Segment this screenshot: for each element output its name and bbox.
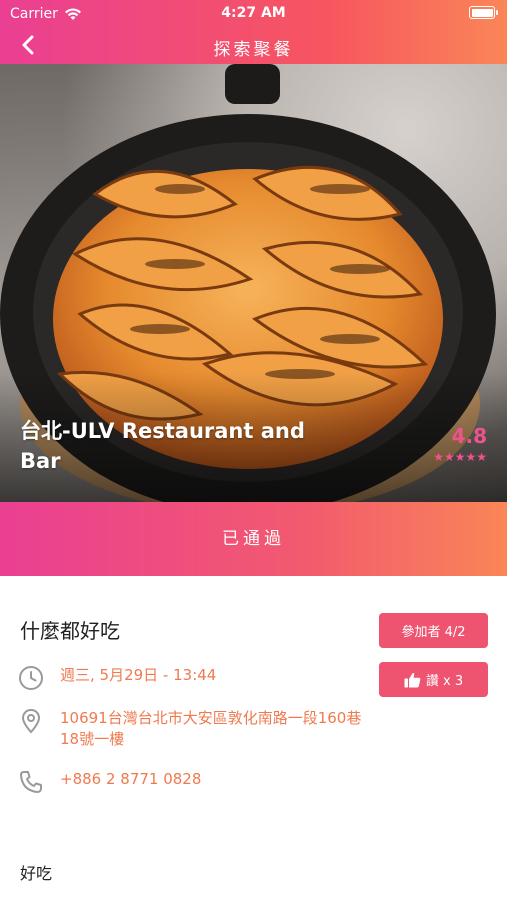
status-bar: Carrier 4:27 AM: [0, 0, 507, 26]
event-address: 10691台灣台北市大安區敦化南路一段160巷18號一樓: [60, 709, 362, 748]
event-datetime: 週三, 5月29日 - 13:44: [60, 666, 217, 684]
thumbs-up-icon: [404, 672, 421, 687]
participants-label: 參加者 4/2: [401, 625, 466, 640]
status-banner: 已通過: [0, 502, 507, 576]
like-button[interactable]: 讚 x 3: [379, 662, 488, 697]
top-bar: Carrier 4:27 AM 探索聚餐: [0, 0, 507, 64]
address-row[interactable]: 10691台灣台北市大安區敦化南路一段160巷18號一樓: [18, 708, 380, 750]
phone-row[interactable]: +886 2 8771 0828: [18, 769, 201, 795]
battery-icon: [469, 6, 498, 19]
clock-icon: [19, 666, 43, 690]
nav-bar: 探索聚餐: [0, 26, 507, 64]
location-pin-icon: [21, 708, 41, 734]
event-description: 好吃: [20, 864, 53, 883]
rating-block: 4.8 ★★★★★: [433, 424, 487, 464]
restaurant-name: 台北-ULV Restaurant and Bar: [20, 419, 305, 473]
event-title: 什麼都好吃: [20, 619, 120, 643]
datetime-row: 週三, 5月29日 - 13:44: [18, 665, 216, 691]
restaurant-photo: 台北-ULV Restaurant and Bar 4.8 ★★★★★: [0, 64, 507, 502]
like-count-label: 讚 x 3: [425, 674, 464, 689]
rating-stars: ★★★★★: [433, 450, 487, 464]
rating-value: 4.8: [451, 424, 487, 448]
event-phone: +886 2 8771 0828: [60, 770, 202, 788]
clock: 4:27 AM: [221, 5, 286, 21]
participants-button[interactable]: 參加者 4/2: [379, 613, 488, 648]
page-title: 探索聚餐: [213, 40, 294, 60]
phone-icon: [20, 771, 42, 793]
